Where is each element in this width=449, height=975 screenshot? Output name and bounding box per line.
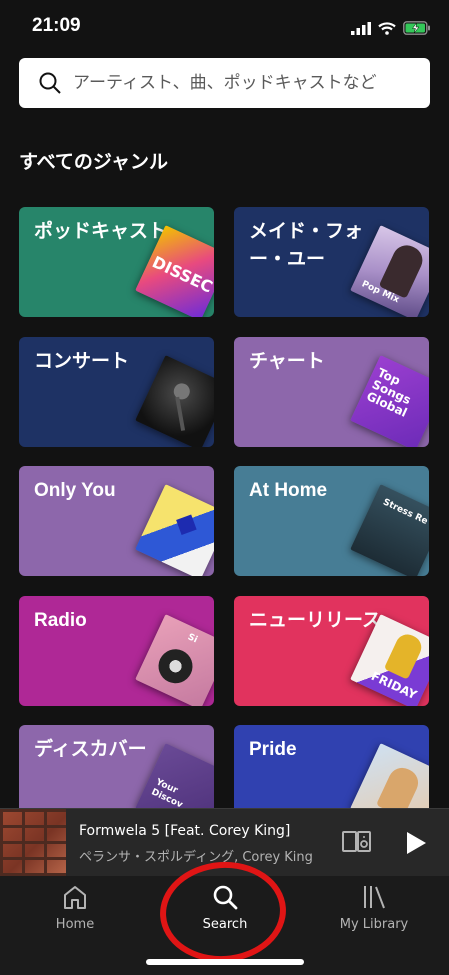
cover-art-text: FRIDAY (369, 668, 420, 703)
home-icon (64, 886, 86, 909)
album-art (0, 809, 66, 876)
genre-grid: ポッドキャスト DISSEC メイド・フォー・ユー Pop Mix コンサート … (0, 0, 449, 808)
play-icon[interactable] (405, 831, 427, 855)
genre-card-concerts[interactable]: コンサート (19, 337, 214, 447)
genre-card-charts[interactable]: チャート Top Songs Global (234, 337, 429, 447)
track-artist: ペランサ・スポルディング, Corey King (79, 850, 313, 865)
genre-card-podcasts[interactable]: ポッドキャスト DISSEC (19, 207, 214, 317)
cover-portrait (383, 630, 426, 680)
cover-vinyl-shape (152, 643, 199, 689)
genre-card-new-releases[interactable]: ニューリリース FRIDAY (234, 596, 429, 706)
tab-label: My Library (339, 917, 409, 932)
tab-home[interactable]: Home (0, 876, 150, 946)
track-title: Formwela 5 [Feat. Corey King] (79, 823, 291, 839)
genre-card-made-for-you[interactable]: メイド・フォー・ユー Pop Mix (234, 207, 429, 317)
home-indicator (146, 959, 304, 965)
cover-portrait (376, 763, 423, 808)
library-icon (364, 886, 385, 909)
genre-card-discover[interactable]: ディスカバー Your Discov (19, 725, 214, 808)
cover-art-text: Si (186, 632, 199, 646)
microphone-shape (171, 380, 193, 403)
cover-art-text: Stress Re (381, 497, 429, 527)
microphone-stand (175, 396, 186, 431)
devices-icon[interactable] (342, 830, 372, 854)
cover-art-text: Top Songs Global (364, 365, 414, 420)
tab-label: Home (55, 917, 95, 932)
genre-card-at-home[interactable]: At Home Stress Re (234, 466, 429, 576)
genre-card-pride[interactable]: Pride (234, 725, 429, 808)
tab-my-library[interactable]: My Library (299, 876, 449, 946)
cover-art-text: Your Discov (149, 777, 185, 808)
genre-card-radio[interactable]: Radio Si (19, 596, 214, 706)
genre-card-only-you[interactable]: Only You (19, 466, 214, 576)
cover-art-text: DISSEC (149, 252, 214, 297)
cover-star-shape (176, 514, 197, 536)
